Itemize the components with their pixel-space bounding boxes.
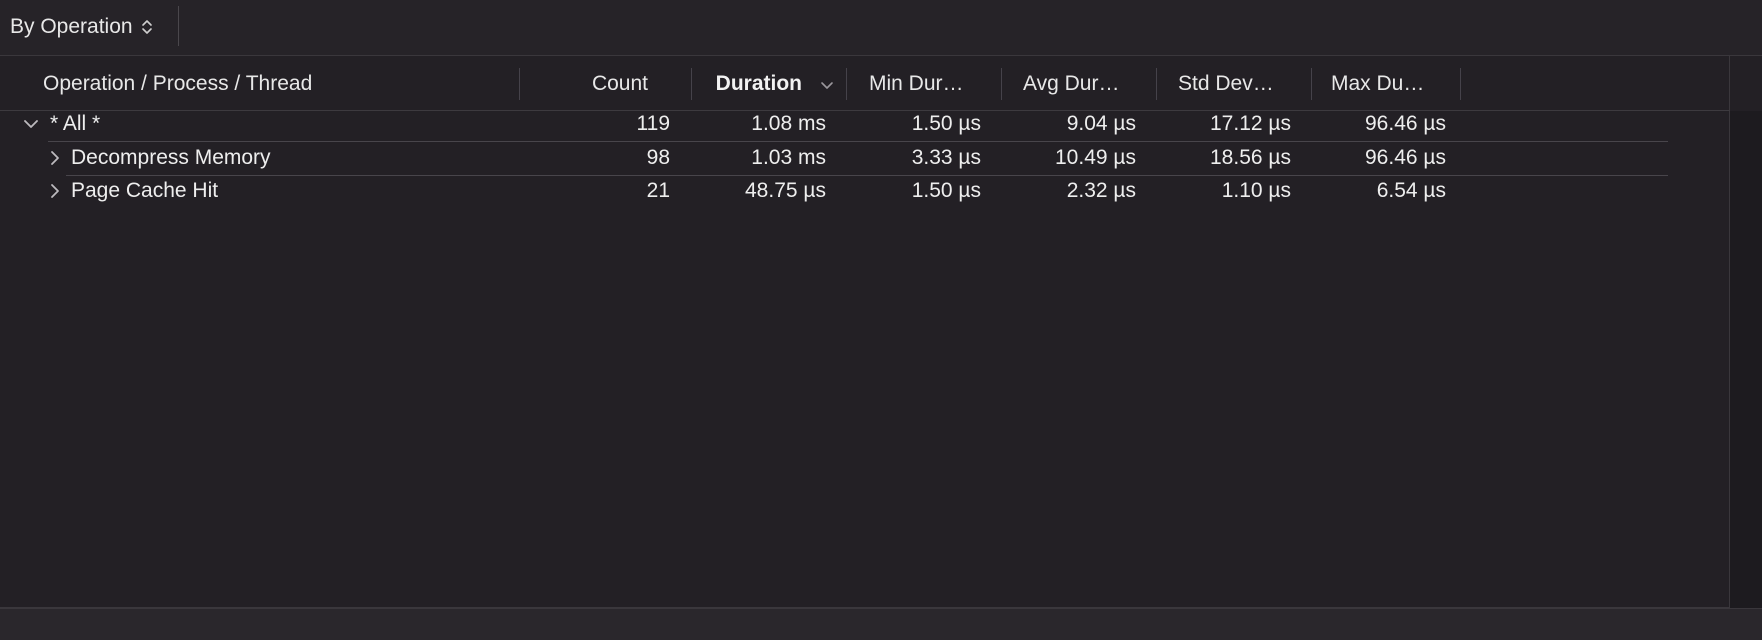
row-duration: 1.03 ms <box>751 146 826 169</box>
row-max: 96.46 µs <box>1365 146 1446 169</box>
column-header-label: Min Dur… <box>869 71 964 95</box>
outline-table: Operation / Process / Thread Count Durat… <box>0 56 1730 608</box>
row-avg: 9.04 µs <box>1066 112 1136 135</box>
vertical-scroller-track[interactable] <box>1730 111 1762 608</box>
row-avg: 2.32 µs <box>1066 179 1136 202</box>
row-std: 17.12 µs <box>1210 112 1291 135</box>
column-divider[interactable] <box>1001 68 1002 100</box>
row-count: 119 <box>636 112 670 135</box>
column-divider[interactable] <box>1156 68 1157 100</box>
column-header-avg[interactable]: Avg Dur… <box>1023 56 1148 111</box>
column-header-label: Duration <box>715 71 802 95</box>
table-header: Operation / Process / Thread Count Durat… <box>0 56 1730 111</box>
table-row[interactable]: Decompress Memory 98 1.03 ms 3.33 µs 10.… <box>0 140 1730 176</box>
row-std: 1.10 µs <box>1221 179 1291 202</box>
row-count: 98 <box>646 146 670 169</box>
toolbar-divider <box>178 6 179 46</box>
row-duration: 1.08 ms <box>751 112 826 135</box>
column-divider[interactable] <box>846 68 847 100</box>
column-header-min[interactable]: Min Dur… <box>869 56 994 111</box>
column-divider[interactable] <box>1311 68 1312 100</box>
chevron-down-icon <box>820 72 834 96</box>
column-header-count[interactable]: Count <box>520 56 648 111</box>
up-down-chevron-icon <box>141 17 153 37</box>
row-min: 1.50 µs <box>911 179 981 202</box>
row-min: 3.33 µs <box>911 146 981 169</box>
column-header-label: Std Dev… <box>1178 71 1274 95</box>
chevron-right-icon[interactable] <box>45 181 65 201</box>
column-header-std[interactable]: Std Dev… <box>1178 56 1303 111</box>
table-row[interactable]: * All * 119 1.08 ms 1.50 µs 9.04 µs 17.1… <box>0 106 1730 142</box>
row-avg: 10.49 µs <box>1055 146 1136 169</box>
detail-toolbar: By Operation <box>0 0 1762 56</box>
column-header-label: Max Du… <box>1331 71 1425 95</box>
column-header-label: Count <box>591 71 648 95</box>
chevron-down-icon[interactable] <box>21 114 41 134</box>
row-name: * All * <box>50 112 101 135</box>
row-name: Decompress Memory <box>71 146 271 169</box>
column-header-duration[interactable]: Duration <box>692 56 834 111</box>
column-divider[interactable] <box>1460 68 1461 100</box>
table-row[interactable]: Page Cache Hit 21 48.75 µs 1.50 µs 2.32 … <box>0 173 1730 209</box>
row-count: 21 <box>646 179 670 202</box>
column-header-name[interactable]: Operation / Process / Thread <box>43 56 513 111</box>
row-min: 1.50 µs <box>911 112 981 135</box>
chevron-right-icon[interactable] <box>45 148 65 168</box>
row-max: 6.54 µs <box>1376 179 1446 202</box>
scope-popup-button[interactable]: By Operation <box>0 8 161 46</box>
scope-label: By Operation <box>10 15 133 38</box>
row-std: 18.56 µs <box>1210 146 1291 169</box>
column-header-label: Operation / Process / Thread <box>43 71 313 95</box>
instruments-detail-view: By Operation Operation / Process / Threa… <box>0 0 1762 640</box>
bottom-status-bar <box>0 608 1762 640</box>
column-header-label: Avg Dur… <box>1023 71 1120 95</box>
row-max: 96.46 µs <box>1365 112 1446 135</box>
row-name: Page Cache Hit <box>71 179 219 202</box>
column-header-max[interactable]: Max Du… <box>1331 56 1456 111</box>
row-duration: 48.75 µs <box>745 179 826 202</box>
